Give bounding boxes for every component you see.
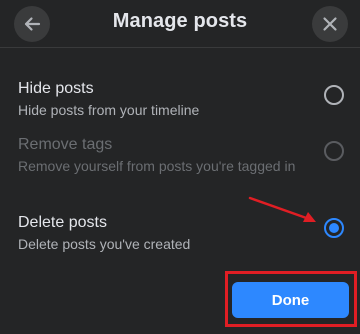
- dialog-title: Manage posts: [112, 10, 248, 32]
- option-hide-posts[interactable]: Hide posts Hide posts from your timeline: [0, 74, 360, 124]
- option-label: Delete posts: [18, 214, 107, 231]
- close-icon: [323, 17, 337, 31]
- option-description: Remove yourself from posts you're tagged…: [18, 158, 296, 174]
- delete-posts-radio[interactable]: [324, 218, 344, 238]
- close-button[interactable]: [312, 6, 348, 42]
- option-label: Hide posts: [18, 80, 94, 97]
- option-remove-tags: Remove tags Remove yourself from posts y…: [0, 132, 360, 196]
- dialog-header: Manage posts: [0, 0, 360, 48]
- option-description: Hide posts from your timeline: [18, 102, 200, 118]
- option-description: Delete posts you've created: [18, 236, 191, 252]
- annotation-arrow-icon: [248, 196, 316, 222]
- hide-posts-radio[interactable]: [324, 85, 344, 105]
- done-button[interactable]: Done: [232, 282, 349, 318]
- option-label: Remove tags: [18, 136, 113, 153]
- remove-tags-radio: [324, 141, 344, 161]
